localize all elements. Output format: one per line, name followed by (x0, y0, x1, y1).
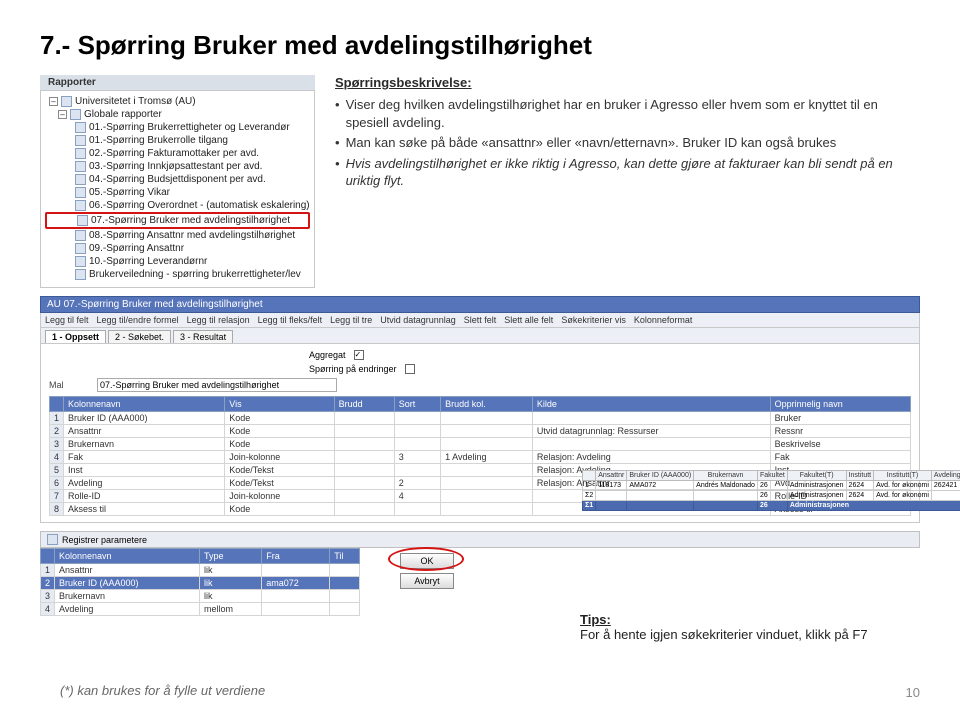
tree-item[interactable]: 01.-Spørring Brukerrolle tilgang (45, 134, 310, 147)
tree-item[interactable]: Brukerveiledning - spørring brukerrettig… (45, 268, 310, 281)
tree-item-label: 06.-Spørring Overordnet - (automatisk es… (89, 200, 310, 211)
description-block: Spørringsbeskrivelse: Viser deg hvilken … (335, 75, 920, 288)
window-title: AU 07.-Spørring Bruker med avdelingstilh… (47, 299, 263, 310)
toolbar-item[interactable]: Utvid datagrunnlag (380, 315, 456, 325)
tree-item-label: 04.-Spørring Budsjettdisponent per avd. (89, 174, 266, 185)
tree-item-label: Brukerveiledning - spørring brukerrettig… (89, 269, 301, 280)
tips-text: For å hente igjen søkekriterier vinduet,… (580, 627, 868, 642)
document-icon (75, 243, 86, 254)
tree-item-label: 05.-Spørring Vikar (89, 187, 170, 198)
minus-icon: – (49, 97, 58, 106)
tree-root-label: Universitetet i Tromsø (AU) (75, 96, 196, 107)
toolbar-item[interactable]: Kolonneformat (634, 315, 693, 325)
tab[interactable]: 2 - Søkebet. (108, 330, 171, 343)
footnote: (*) kan brukes for å fylle ut verdiene (60, 683, 265, 698)
tree-item[interactable]: 02.-Spørring Fakturamottaker per avd. (45, 147, 310, 160)
document-icon (75, 174, 86, 185)
toolbar-item[interactable]: Legg til fleks/felt (258, 315, 323, 325)
toolbar-item[interactable]: Legg til relasjon (187, 315, 250, 325)
report-tree: Rapporter – Universitetet i Tromsø (AU) … (40, 75, 315, 288)
aggregate-checkbox[interactable] (354, 350, 364, 360)
tree-item[interactable]: 01.-Spørring Brukerrettigheter og Levera… (45, 121, 310, 134)
toolbar-item[interactable]: Slett felt (464, 315, 497, 325)
tree-item-label: 01.-Spørring Brukerrolle tilgang (89, 135, 228, 146)
tree-item[interactable]: 08.-Spørring Ansattnr med avdelingstilhø… (45, 229, 310, 242)
cancel-button[interactable]: Avbryt (400, 573, 454, 589)
document-icon (75, 148, 86, 159)
tree-group-label: Globale rapporter (84, 109, 162, 120)
tree-item[interactable]: 07.-Spørring Bruker med avdelingstilhøri… (45, 212, 310, 229)
document-icon (75, 161, 86, 172)
document-icon (75, 122, 86, 133)
params-screenshot: Registrer parametere KolonnenavnTypeFraT… (40, 531, 920, 616)
tree-group[interactable]: – Globale rapporter (45, 108, 310, 121)
tree-item[interactable]: 05.-Spørring Vikar (45, 186, 310, 199)
spread-checkbox[interactable] (405, 364, 415, 374)
tree-item[interactable]: 10.-Spørring Leverandørnr (45, 255, 310, 268)
document-icon (75, 135, 86, 146)
bullet-1: Viser deg hvilken avdelingstilhørighet h… (346, 96, 920, 131)
result-grid: AnsattnrBruker ID (AAA000)BrukernavnFaku… (582, 470, 960, 511)
tree-item[interactable]: 06.-Spørring Overordnet - (automatisk es… (45, 199, 310, 212)
document-icon (75, 269, 86, 280)
tab[interactable]: 1 - Oppsett (45, 330, 106, 343)
tree-item-label: 02.-Spørring Fakturamottaker per avd. (89, 148, 259, 159)
tree-item-label: 01.-Spørring Brukerrettigheter og Levera… (89, 122, 290, 133)
params-icon (47, 534, 58, 545)
tab[interactable]: 3 - Resultat (173, 330, 233, 343)
aggregate-label: Aggregat (309, 350, 346, 360)
mal-input[interactable] (97, 378, 337, 392)
page-title: 7.- Spørring Bruker med avdelingstilhøri… (40, 30, 920, 61)
tree-item[interactable]: 04.-Spørring Budsjettdisponent per avd. (45, 173, 310, 186)
tree-item-label: 09.-Spørring Ansattnr (89, 243, 184, 254)
tips-heading: Tips: (580, 612, 611, 627)
toolbar-item[interactable]: Slett alle felt (504, 315, 553, 325)
document-icon (75, 200, 86, 211)
document-icon (75, 230, 86, 241)
tree-item-label: 10.-Spørring Leverandørnr (89, 256, 207, 267)
tree-item[interactable]: 09.-Spørring Ansattnr (45, 242, 310, 255)
description-heading: Spørringsbeskrivelse: (335, 75, 920, 90)
bullet-3: Hvis avdelingstilhørighet er ikke riktig… (346, 155, 920, 190)
folder-icon (61, 96, 72, 107)
page-number: 10 (906, 685, 920, 700)
bullet-2: Man kan søke på både «ansattnr» eller «n… (346, 134, 837, 152)
tree-item-label: 03.-Spørring Innkjøpsattestant per avd. (89, 161, 262, 172)
document-icon (77, 215, 88, 226)
params-grid: KolonnenavnTypeFraTil 1Ansattnrlik2Bruke… (40, 548, 360, 616)
minus-icon: – (58, 110, 67, 119)
result-grid-wrap: AnsattnrBruker ID (AAA000)BrukernavnFaku… (582, 470, 942, 511)
folder-icon (70, 109, 81, 120)
tree-item-label: 07.-Spørring Bruker med avdelingstilhøri… (91, 215, 290, 226)
tree-header: Rapporter (40, 75, 315, 90)
document-icon (75, 187, 86, 198)
params-title: Registrer parametere (62, 535, 147, 545)
toolbar-item[interactable]: Legg til tre (330, 315, 372, 325)
ok-button[interactable]: OK (400, 553, 454, 569)
document-icon (75, 256, 86, 267)
tree-item-label: 08.-Spørring Ansattnr med avdelingstilhø… (89, 230, 295, 241)
toolbar-item[interactable]: Søkekriterier vis (561, 315, 626, 325)
tips-block: Tips: For å hente igjen søkekriterier vi… (580, 612, 910, 642)
spread-label: Spørring på endringer (309, 364, 397, 374)
tree-item[interactable]: 03.-Spørring Innkjøpsattestant per avd. (45, 160, 310, 173)
mal-label: Mal (49, 380, 89, 390)
toolbar-item[interactable]: Legg til/endre formel (97, 315, 179, 325)
tree-root[interactable]: – Universitetet i Tromsø (AU) (45, 95, 310, 108)
toolbar-item[interactable]: Legg til felt (45, 315, 89, 325)
